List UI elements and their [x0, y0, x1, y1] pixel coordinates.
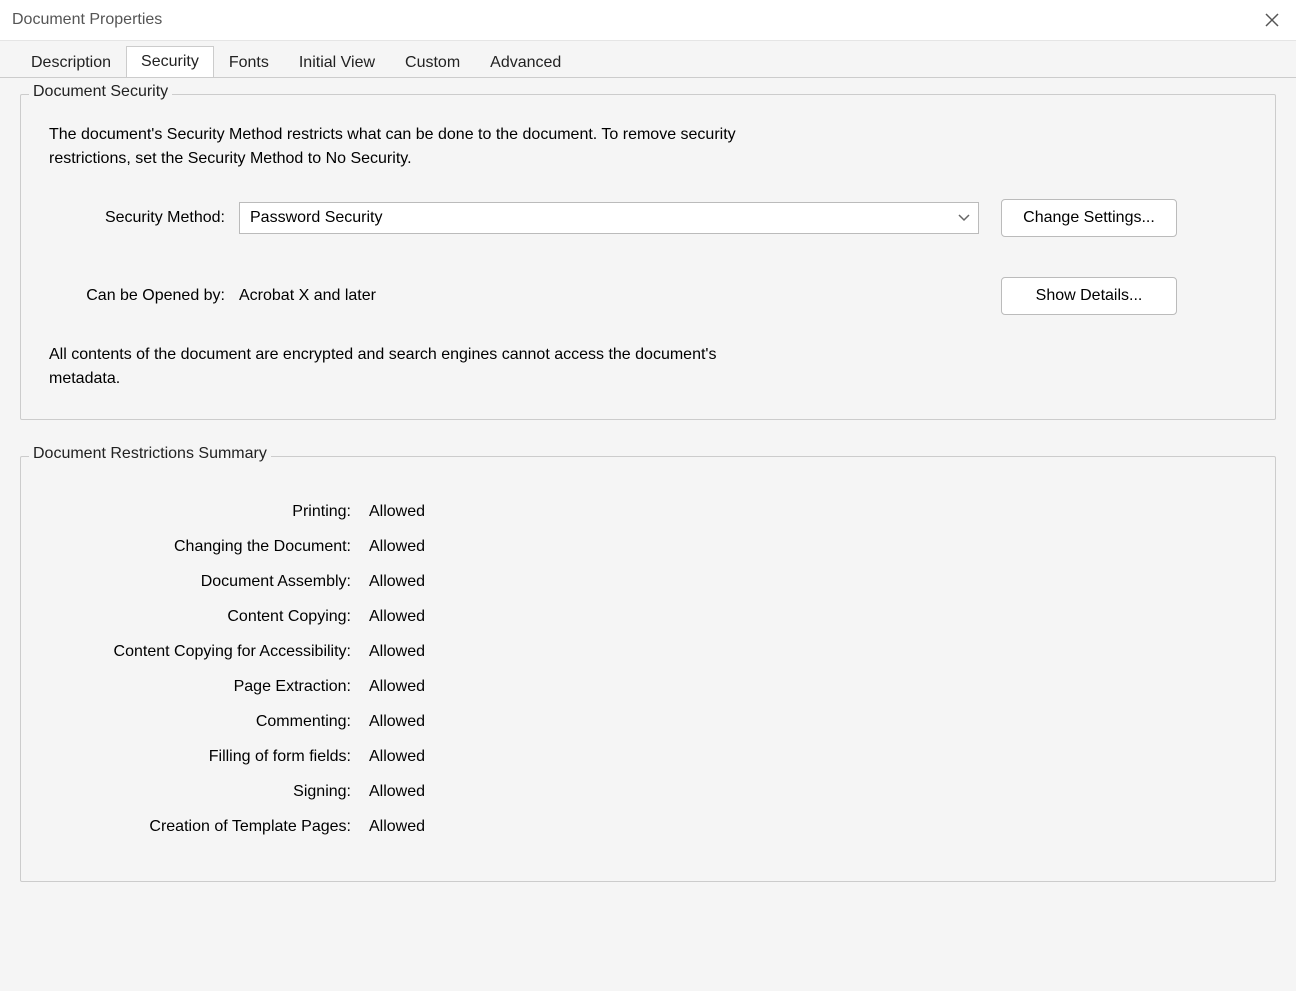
security-method-row: Security Method: Password Security Chang…: [49, 199, 1247, 237]
restriction-row: Printing: Allowed: [49, 503, 1247, 521]
chevron-down-icon: [958, 209, 970, 227]
restriction-row: Signing: Allowed: [49, 783, 1247, 801]
scroll-spacer: [20, 918, 1276, 991]
restriction-row: Changing the Document: Allowed: [49, 538, 1247, 556]
security-method-value: Password Security: [250, 209, 958, 227]
document-security-legend: Document Security: [29, 83, 172, 101]
opened-by-row: Can be Opened by: Acrobat X and later Sh…: [49, 277, 1247, 315]
restrictions-grid: Printing: Allowed Changing the Document:…: [49, 485, 1247, 836]
dialog-body: Description Security Fonts Initial View …: [0, 40, 1296, 991]
restriction-label: Commenting:: [49, 713, 369, 731]
restriction-value: Allowed: [369, 503, 425, 521]
restriction-value: Allowed: [369, 643, 425, 661]
restriction-row: Commenting: Allowed: [49, 713, 1247, 731]
title-bar: Document Properties: [0, 0, 1296, 40]
window-title: Document Properties: [12, 11, 1260, 29]
restrictions-group: Document Restrictions Summary Printing: …: [20, 456, 1276, 882]
tabs-row: Description Security Fonts Initial View …: [0, 41, 1296, 77]
opened-by-value: Acrobat X and later: [239, 287, 979, 305]
restriction-row: Filling of form fields: Allowed: [49, 748, 1247, 766]
restriction-label: Content Copying for Accessibility:: [49, 643, 369, 661]
change-settings-button[interactable]: Change Settings...: [1001, 199, 1177, 237]
document-security-group: Document Security The document's Securit…: [20, 94, 1276, 420]
security-method-label: Security Method:: [49, 209, 239, 227]
restriction-value: Allowed: [369, 748, 425, 766]
restriction-value: Allowed: [369, 538, 425, 556]
close-button[interactable]: [1260, 8, 1284, 32]
restriction-row: Content Copying for Accessibility: Allow…: [49, 643, 1247, 661]
tab-custom[interactable]: Custom: [390, 47, 475, 78]
tab-security[interactable]: Security: [126, 46, 214, 78]
restriction-label: Signing:: [49, 783, 369, 801]
tab-fonts[interactable]: Fonts: [214, 47, 284, 78]
opened-by-label: Can be Opened by:: [49, 287, 239, 305]
restriction-row: Creation of Template Pages: Allowed: [49, 818, 1247, 836]
tab-advanced[interactable]: Advanced: [475, 47, 576, 78]
restriction-value: Allowed: [369, 783, 425, 801]
restriction-label: Page Extraction:: [49, 678, 369, 696]
restrictions-legend: Document Restrictions Summary: [29, 445, 271, 463]
restriction-value: Allowed: [369, 573, 425, 591]
restriction-label: Filling of form fields:: [49, 748, 369, 766]
tab-description[interactable]: Description: [16, 47, 126, 78]
restriction-label: Changing the Document:: [49, 538, 369, 556]
restriction-label: Printing:: [49, 503, 369, 521]
restriction-label: Content Copying:: [49, 608, 369, 626]
show-details-button[interactable]: Show Details...: [1001, 277, 1177, 315]
restriction-value: Allowed: [369, 818, 425, 836]
restriction-row: Page Extraction: Allowed: [49, 678, 1247, 696]
restriction-value: Allowed: [369, 608, 425, 626]
security-method-select[interactable]: Password Security: [239, 202, 979, 234]
restriction-label: Document Assembly:: [49, 573, 369, 591]
restriction-row: Document Assembly: Allowed: [49, 573, 1247, 591]
restriction-label: Creation of Template Pages:: [49, 818, 369, 836]
close-icon: [1265, 13, 1279, 27]
tab-initial-view[interactable]: Initial View: [284, 47, 390, 78]
encryption-note: All contents of the document are encrypt…: [49, 343, 789, 391]
restriction-row: Content Copying: Allowed: [49, 608, 1247, 626]
content-area[interactable]: Document Security The document's Securit…: [0, 77, 1296, 991]
restriction-value: Allowed: [369, 713, 425, 731]
restriction-value: Allowed: [369, 678, 425, 696]
security-intro-text: The document's Security Method restricts…: [49, 123, 749, 171]
